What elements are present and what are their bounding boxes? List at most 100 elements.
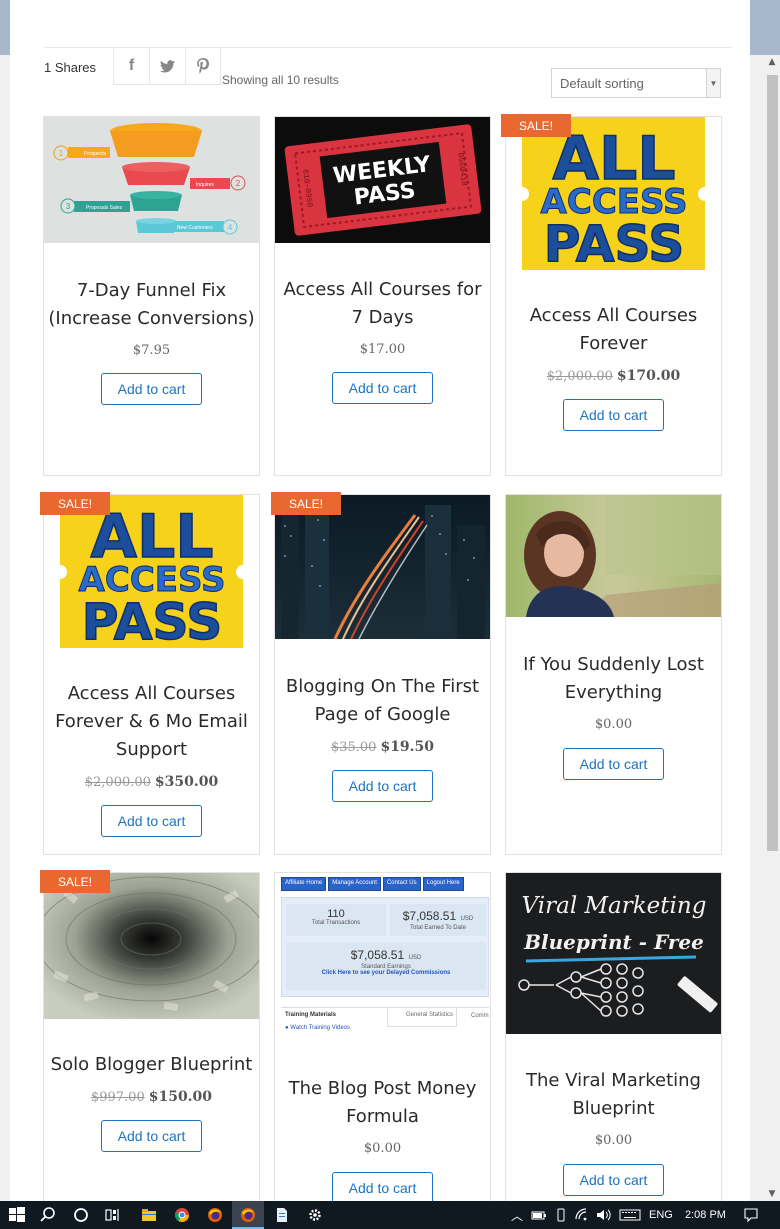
windows-taskbar: ︿ ENG 2:08 PM: [0, 1201, 780, 1229]
product-title[interactable]: The Viral Marketing Blueprint: [506, 1067, 721, 1123]
sorting-select[interactable]: Default sorting ▼: [551, 68, 721, 98]
product-card: Blogging On The First Page of Google $35…: [274, 494, 491, 855]
search-icon[interactable]: [40, 1207, 56, 1223]
price-current: $0.00: [594, 717, 633, 732]
city-night-traffic-image: [275, 495, 490, 639]
product-title-line: The Viral Marketing: [526, 1070, 701, 1091]
volume-icon[interactable]: [595, 1207, 611, 1223]
product-title-line: Access All Courses: [529, 305, 698, 326]
product-price: $17.00: [275, 342, 490, 357]
product-price: $0.00: [506, 717, 721, 732]
add-to-cart-button[interactable]: Add to cart: [563, 399, 664, 431]
product-image-chalkboard[interactable]: Viral Marketing Blueprint - Free: [506, 873, 721, 1034]
pinterest-share-button[interactable]: [185, 48, 221, 84]
pass-text-pass: PASS: [82, 593, 223, 648]
stat-standard-value: $7,058.51: [350, 948, 405, 962]
add-to-cart-button[interactable]: Add to cart: [332, 770, 433, 802]
product-price: $0.00: [275, 1141, 490, 1156]
stat-standard: $7,058.51 USD Standard Earnings Click He…: [286, 942, 486, 990]
price-original: $35.00: [330, 740, 377, 755]
dashboard-nav: Affiliate Home Manage Account Contact Us…: [281, 877, 486, 891]
firefox-icon[interactable]: [207, 1207, 223, 1223]
add-to-cart-button[interactable]: Add to cart: [101, 805, 202, 837]
document-icon[interactable]: [274, 1207, 290, 1223]
product-title[interactable]: Blogging On The First Page of Google: [275, 673, 490, 729]
task-view-icon[interactable]: [105, 1207, 121, 1223]
scrollbar-thumb[interactable]: [767, 75, 778, 851]
dashboard-divider: [281, 1007, 489, 1008]
file-explorer-icon[interactable]: [141, 1207, 157, 1223]
language-indicator[interactable]: ENG: [649, 1209, 673, 1221]
product-price: $0.00: [506, 1133, 721, 1148]
keyboard-icon[interactable]: [619, 1207, 641, 1223]
product-title-line: Forever & 6 Mo Email: [55, 711, 248, 732]
product-title[interactable]: Access All Courses Forever: [506, 302, 721, 358]
product-title-line: 7-Day Funnel Fix: [76, 280, 227, 301]
product-image-city-night[interactable]: [275, 495, 490, 639]
dashboard-nav-item: Affiliate Home: [281, 877, 327, 891]
funnel-label-new-customers: New Customers: [177, 225, 213, 231]
add-to-cart-button[interactable]: Add to cart: [563, 1164, 664, 1196]
add-to-cart-button[interactable]: Add to cart: [101, 1120, 202, 1152]
show-hidden-icons-chevron-icon[interactable]: ︿: [511, 1207, 523, 1224]
product-card: ALL ACCESS PASS Access All Courses Forev…: [505, 116, 722, 476]
training-link-text: Watch Training Videos: [290, 1025, 350, 1031]
windows-start-icon[interactable]: [9, 1207, 25, 1223]
all-access-pass-image: ALL ACCESS PASS: [515, 117, 712, 270]
firefox-active-icon[interactable]: [240, 1207, 256, 1223]
wifi-icon[interactable]: [574, 1207, 590, 1223]
vertical-scrollbar[interactable]: ▲ ▼: [764, 55, 780, 1201]
product-title[interactable]: The Blog Post Money Formula: [275, 1075, 490, 1131]
product-price: $35.00 $19.50: [275, 739, 490, 755]
product-title-line: Blogging On The First: [285, 676, 480, 697]
sale-badge: SALE!: [271, 492, 341, 515]
product-image-dashboard[interactable]: Affiliate Home Manage Account Contact Us…: [275, 873, 490, 1043]
stat-earned: $7,058.51 USD Total Earned To Date: [390, 904, 486, 936]
notifications-icon[interactable]: [743, 1207, 759, 1223]
add-to-cart-button[interactable]: Add to cart: [563, 748, 664, 780]
product-image-all-access[interactable]: ALL ACCESS PASS: [506, 117, 721, 270]
product-image-all-access[interactable]: ALL ACCESS PASS: [44, 495, 259, 648]
cortana-icon[interactable]: [73, 1207, 89, 1223]
funnel-label-1: 1: [59, 149, 64, 158]
scroll-up-icon[interactable]: ▲: [764, 55, 780, 69]
price-current: $0.00: [594, 1133, 633, 1148]
product-title[interactable]: 7-Day Funnel Fix (Increase Conversions): [44, 277, 259, 333]
product-image-money-vortex[interactable]: [44, 873, 259, 1019]
price-sale: $150.00: [148, 1089, 213, 1105]
twitter-icon: [160, 59, 175, 72]
dashboard-nav-item: Logout Here: [422, 877, 464, 891]
product-title-line: 7 Days: [351, 307, 414, 328]
product-title-line: (Increase Conversions): [48, 308, 255, 329]
money-vortex-image: [44, 873, 259, 1019]
product-title[interactable]: If You Suddenly Lost Everything: [506, 651, 721, 707]
clock-time[interactable]: 2:08 PM: [685, 1209, 726, 1221]
usb-device-icon[interactable]: [553, 1207, 569, 1223]
add-to-cart-button[interactable]: Add to cart: [332, 1172, 433, 1201]
facebook-share-button[interactable]: f: [113, 48, 149, 84]
battery-icon[interactable]: [531, 1207, 547, 1223]
training-title: Training Materials: [285, 1012, 337, 1018]
product-image-woman[interactable]: [506, 495, 721, 617]
product-title-line: Formula: [346, 1106, 419, 1127]
product-image-weekly-pass[interactable]: 610-0950 0560418 WEEKLY PASS: [275, 117, 490, 243]
product-title[interactable]: Access All Courses for 7 Days: [275, 276, 490, 332]
product-title-line: Solo Blogger Blueprint: [50, 1054, 253, 1075]
tab-comm-label: Comm: [471, 1013, 489, 1019]
dashboard-nav-item: Contact Us: [382, 877, 421, 891]
product-image-funnel[interactable]: 1 Prospects 2 Inquires 3 Proposals Sales…: [44, 117, 259, 243]
twitter-share-button[interactable]: [149, 48, 185, 84]
product-title[interactable]: Access All Courses Forever & 6 Mo Email …: [44, 680, 259, 764]
product-title-line: Access All Courses for: [283, 279, 482, 300]
chrome-icon[interactable]: [174, 1207, 190, 1223]
chalk-text-blueprint-free: Blueprint - Free: [523, 930, 704, 954]
settings-gear-icon[interactable]: [307, 1207, 323, 1223]
stat-standard-unit: USD: [408, 955, 422, 961]
add-to-cart-button[interactable]: Add to cart: [332, 372, 433, 404]
add-to-cart-button[interactable]: Add to cart: [101, 373, 202, 405]
chalkboard-viral-image: Viral Marketing Blueprint - Free: [506, 873, 721, 1034]
price-current: $0.00: [363, 1141, 402, 1156]
price-original: $997.00: [90, 1090, 145, 1105]
scroll-down-icon[interactable]: ▼: [764, 1187, 780, 1201]
product-title[interactable]: Solo Blogger Blueprint: [44, 1051, 259, 1079]
